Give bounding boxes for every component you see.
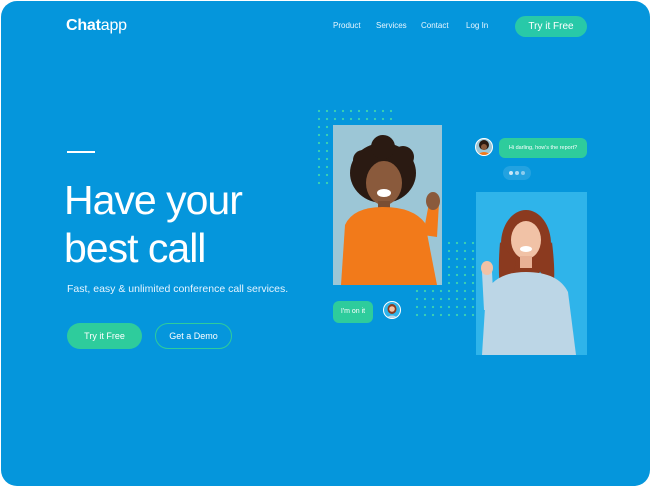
person-orange-sweater-illustration — [333, 125, 442, 285]
nav-link-product[interactable]: Product — [333, 21, 361, 30]
avatar-incoming — [475, 138, 493, 156]
headline-line-2: best call — [64, 225, 206, 271]
hero-headline: Have your best call — [64, 176, 243, 272]
video-call-photo-1 — [333, 125, 442, 285]
person-blue-sweater-illustration — [476, 192, 587, 355]
hero-try-free-button[interactable]: Try it Free — [67, 323, 142, 349]
video-call-photo-2 — [476, 192, 587, 355]
logo-bold-text: Chat — [66, 17, 101, 34]
chatapp-logo[interactable]: Chatapp — [66, 17, 127, 35]
avatar-outgoing-icon — [384, 302, 400, 318]
logo-regular-text: app — [100, 17, 127, 34]
hero-get-demo-button[interactable]: Get a Demo — [155, 323, 232, 349]
typing-dot-1 — [509, 171, 513, 175]
typing-dot-2 — [515, 171, 519, 175]
headline-line-1: Have your — [64, 177, 243, 223]
typing-dot-3 — [521, 171, 525, 175]
chat-bubble-incoming: Hi darling, how's the report? — [499, 138, 587, 158]
nav-link-login[interactable]: Log In — [466, 21, 488, 30]
landing-page: Chatapp Product Services Contact Log In … — [1, 1, 650, 486]
avatar-outgoing — [383, 301, 401, 319]
hero-divider — [67, 151, 95, 153]
typing-indicator — [503, 166, 531, 180]
nav-link-services[interactable]: Services — [376, 21, 407, 30]
chat-bubble-outgoing: I'm on it — [333, 301, 373, 323]
nav-try-free-button[interactable]: Try it Free — [515, 16, 587, 37]
avatar-incoming-icon — [476, 139, 492, 155]
nav-link-contact[interactable]: Contact — [421, 21, 449, 30]
hero-subtitle: Fast, easy & unlimited conference call s… — [67, 283, 289, 295]
